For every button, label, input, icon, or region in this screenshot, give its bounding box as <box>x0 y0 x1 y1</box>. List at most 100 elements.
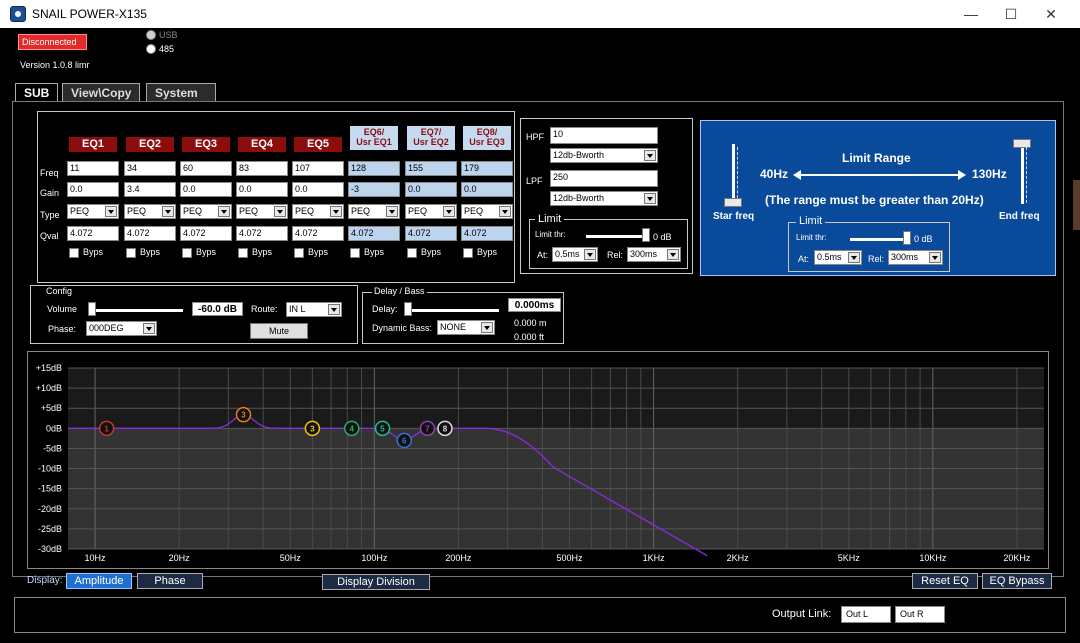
eq6-qval-input[interactable]: 4.072 <box>348 226 400 241</box>
eq6-header[interactable]: EQ6/ Usr EQ1 <box>350 126 398 150</box>
eq5-qval-input[interactable]: 4.072 <box>292 226 344 241</box>
delay-slider[interactable] <box>406 309 499 312</box>
usb-radio[interactable] <box>146 30 156 40</box>
route-select[interactable]: IN L <box>286 302 342 317</box>
hpf-type-select[interactable]: 12db-Bworth <box>550 148 658 163</box>
eq5-bypass-checkbox[interactable] <box>294 248 304 258</box>
dynamic-bass-select[interactable]: NONE <box>437 320 495 335</box>
eq7-header[interactable]: EQ7/ Usr EQ2 <box>407 126 455 150</box>
eq3-freq-input[interactable]: 60 <box>180 161 232 176</box>
eq8-freq-input[interactable]: 179 <box>461 161 513 176</box>
row-label-qval: Qval <box>40 231 59 241</box>
eq-band-marker-label: 5 <box>380 424 385 433</box>
eq8-qval-input[interactable]: 4.072 <box>461 226 513 241</box>
eq4-freq-input[interactable]: 83 <box>236 161 288 176</box>
eq5-freq-input[interactable]: 107 <box>292 161 344 176</box>
eq2-header[interactable]: EQ2 <box>126 137 174 152</box>
eq8-bypass-checkbox[interactable] <box>463 248 473 258</box>
eq3-bypass-checkbox[interactable] <box>182 248 192 258</box>
mute-button[interactable]: Mute <box>250 323 308 339</box>
eq4-bypass-checkbox[interactable] <box>238 248 248 258</box>
eq5-header[interactable]: EQ5 <box>294 137 342 152</box>
eq8-gain-input[interactable]: 0.0 <box>461 182 513 197</box>
eq4-qval-input[interactable]: 4.072 <box>236 226 288 241</box>
limit-small-at-label: At: <box>537 250 549 260</box>
eq1-freq-input[interactable]: 11 <box>67 161 119 176</box>
start-freq-slider[interactable] <box>732 144 735 204</box>
eq2-bypass-checkbox[interactable] <box>126 248 136 258</box>
eq1-gain-input[interactable]: 0.0 <box>67 182 119 197</box>
eq5-type-select[interactable]: PEQ <box>292 204 344 219</box>
y-tick-label: -20dB <box>38 504 62 514</box>
eq6-freq-input[interactable]: 128 <box>348 161 400 176</box>
eq4-gain-input[interactable]: 0.0 <box>236 182 288 197</box>
eq4-type-value: PEQ <box>239 206 259 216</box>
tab-system[interactable]: System <box>146 83 216 102</box>
limit-range-thr-label: Limit thr: <box>796 233 827 242</box>
eq-bypass-button[interactable]: EQ Bypass <box>982 573 1052 589</box>
tab-view-copy[interactable]: View\Copy <box>62 83 141 102</box>
chevron-down-icon <box>330 206 342 217</box>
eq6-gain-input[interactable]: -3 <box>348 182 400 197</box>
eq7-qval-input[interactable]: 4.072 <box>405 226 457 241</box>
eq2-type-select[interactable]: PEQ <box>124 204 176 219</box>
volume-thumb[interactable] <box>88 302 96 316</box>
eq3-type-select[interactable]: PEQ <box>180 204 232 219</box>
r485-radio[interactable] <box>146 44 156 54</box>
connection-status-button[interactable]: Disconnected <box>18 34 87 50</box>
chevron-down-icon <box>105 206 117 217</box>
limit-range-rel-select[interactable]: 300ms <box>888 250 943 265</box>
hpf-freq-input[interactable]: 10 <box>550 127 658 144</box>
eq8-header[interactable]: EQ8/ Usr EQ3 <box>463 126 511 150</box>
eq1-header[interactable]: EQ1 <box>69 137 117 152</box>
delay-title: Delay / Bass <box>372 286 427 296</box>
eq6-bypass-checkbox[interactable] <box>350 248 360 258</box>
phase-select[interactable]: 000DEG <box>86 321 157 336</box>
eq7-gain-input[interactable]: 0.0 <box>405 182 457 197</box>
display-division-button[interactable]: Display Division <box>322 574 430 590</box>
eq2-freq-input[interactable]: 34 <box>124 161 176 176</box>
reset-eq-button[interactable]: Reset EQ <box>912 573 978 589</box>
eq2-gain-input[interactable]: 3.4 <box>124 182 176 197</box>
eq6-type-select[interactable]: PEQ <box>348 204 400 219</box>
limit-small-thr-slider[interactable] <box>586 235 648 238</box>
eq-response-graph[interactable]: +15dB +10dB +5dB 0dB -5dB -10dB -15dB -20dB -25d… <box>28 352 1048 568</box>
eq3-qval-input[interactable]: 4.072 <box>180 226 232 241</box>
eq1-type-select[interactable]: PEQ <box>67 204 119 219</box>
eq5-gain-input[interactable]: 0.0 <box>292 182 344 197</box>
lpf-freq-input[interactable]: 250 <box>550 170 658 187</box>
eq1-bypass-checkbox[interactable] <box>69 248 79 258</box>
limit-range-thr-slider[interactable] <box>850 238 910 241</box>
limit-small-at-select[interactable]: 0.5ms <box>552 247 598 262</box>
eq7-type-select[interactable]: PEQ <box>405 204 457 219</box>
eq1-qval-input[interactable]: 4.072 <box>67 226 119 241</box>
tab-sub[interactable]: SUB <box>15 83 59 102</box>
output-out-r[interactable]: Out R <box>895 606 945 623</box>
eq3-gain-input[interactable]: 0.0 <box>180 182 232 197</box>
limit-small-thr-thumb[interactable] <box>642 228 650 242</box>
title-bar: SNAIL POWER-X135 — ☐ ✕ <box>0 0 1080 28</box>
eq7-bypass-checkbox[interactable] <box>407 248 417 258</box>
limit-range-at-select[interactable]: 0.5ms <box>814 250 862 265</box>
close-button[interactable]: ✕ <box>1028 0 1074 28</box>
eq2-qval-input[interactable]: 4.072 <box>124 226 176 241</box>
y-tick-label: -15dB <box>38 484 62 494</box>
phase-button[interactable]: Phase <box>137 573 203 589</box>
amplitude-button[interactable]: Amplitude <box>66 573 132 589</box>
usb-label: USB <box>159 30 178 40</box>
output-out-l[interactable]: Out L <box>841 606 891 623</box>
delay-thumb[interactable] <box>404 302 412 316</box>
end-freq-slider[interactable] <box>1021 144 1024 204</box>
volume-slider[interactable] <box>90 309 183 312</box>
eq4-type-select[interactable]: PEQ <box>236 204 288 219</box>
chevron-down-icon <box>274 206 286 217</box>
eq3-header[interactable]: EQ3 <box>182 137 230 152</box>
eq4-header[interactable]: EQ4 <box>238 137 286 152</box>
eq8-type-select[interactable]: PEQ <box>461 204 513 219</box>
eq7-freq-input[interactable]: 155 <box>405 161 457 176</box>
limit-range-thr-thumb[interactable] <box>903 231 911 245</box>
eq2-bypass-label: Byps <box>140 247 161 257</box>
y-tick-label: 0dB <box>46 423 62 433</box>
lpf-type-select[interactable]: 12db-Bworth <box>550 191 658 206</box>
limit-small-rel-select[interactable]: 300ms <box>627 247 681 262</box>
